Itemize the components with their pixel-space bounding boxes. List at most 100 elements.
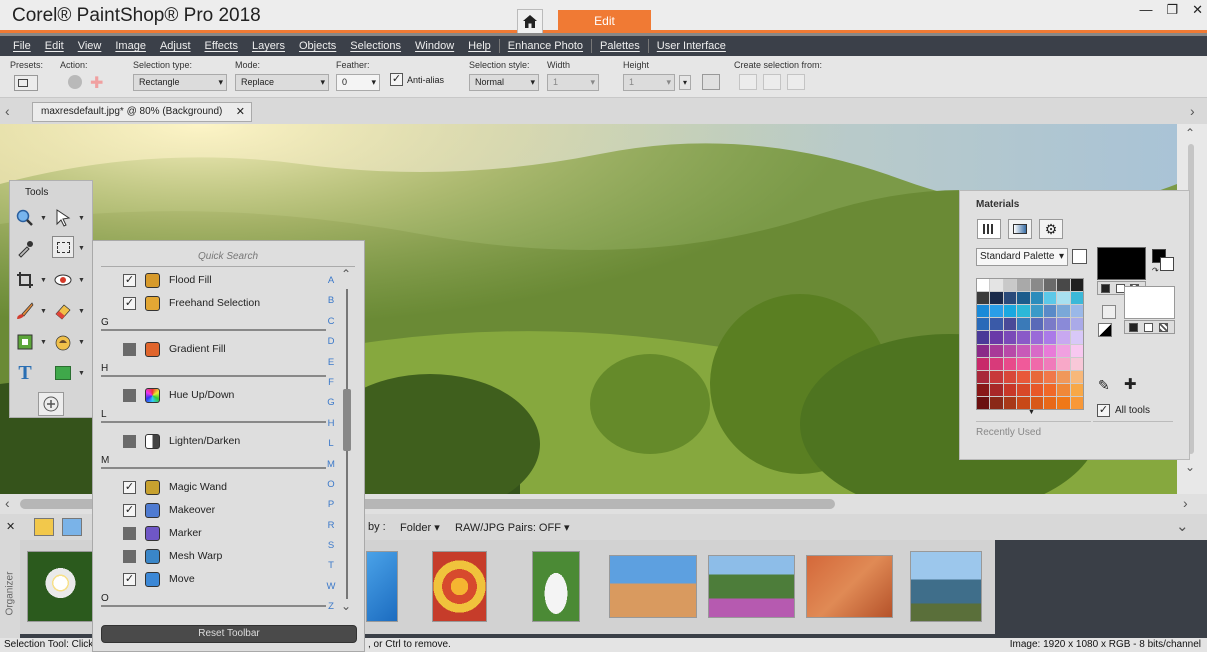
index-letter[interactable]: B bbox=[328, 291, 334, 311]
menu-adjust[interactable]: Adjust bbox=[153, 40, 198, 52]
index-letter[interactable]: T bbox=[328, 556, 334, 576]
color-swatch[interactable] bbox=[1003, 383, 1017, 396]
solid-style-icon[interactable] bbox=[1129, 323, 1138, 332]
thumbnail[interactable] bbox=[366, 551, 398, 622]
menu-objects[interactable]: Objects bbox=[292, 40, 343, 52]
text-tool[interactable]: T bbox=[14, 362, 36, 384]
color-swatch[interactable] bbox=[1017, 279, 1030, 292]
color-swatch[interactable] bbox=[990, 396, 1003, 409]
index-letter[interactable]: C bbox=[328, 312, 335, 332]
tool-row-mesh-warp[interactable]: Mesh Warp bbox=[123, 547, 222, 565]
menu-file[interactable]: File bbox=[6, 40, 38, 52]
color-swatch[interactable] bbox=[1043, 318, 1057, 331]
menu-window[interactable]: Window bbox=[408, 40, 461, 52]
pick-tool[interactable] bbox=[52, 207, 74, 229]
create-from-merged-icon[interactable] bbox=[787, 74, 805, 90]
palette-select[interactable]: Standard Palette ▾ bbox=[976, 248, 1068, 266]
color-swatch[interactable] bbox=[1030, 279, 1043, 292]
index-letter[interactable]: D bbox=[328, 332, 335, 352]
foreground-swatch[interactable] bbox=[1097, 247, 1146, 280]
color-swatch[interactable] bbox=[1003, 305, 1017, 318]
expand-arrow-icon[interactable]: ▼ bbox=[40, 308, 47, 315]
color-swatch[interactable] bbox=[1003, 292, 1017, 305]
sort-dropdown[interactable]: Folder ▾ bbox=[400, 521, 440, 534]
document-tab[interactable]: maxresdefault.jpg* @ 80% (Background) ✕ bbox=[32, 102, 252, 122]
expand-arrow-icon[interactable]: ▼ bbox=[40, 277, 47, 284]
tool-checkbox[interactable]: ✓ bbox=[123, 296, 136, 310]
menu-user-interface[interactable]: User Interface bbox=[650, 40, 733, 52]
color-swatch[interactable] bbox=[1017, 292, 1030, 305]
color-swatch[interactable] bbox=[977, 357, 990, 370]
color-swatch[interactable] bbox=[1070, 357, 1083, 370]
eraser-tool[interactable] bbox=[52, 300, 74, 322]
color-swatch[interactable] bbox=[1030, 370, 1043, 383]
link-colors-icon[interactable] bbox=[1102, 305, 1116, 319]
color-swatch[interactable] bbox=[977, 318, 990, 331]
menu-edit[interactable]: Edit bbox=[38, 40, 71, 52]
color-swatch[interactable] bbox=[990, 370, 1003, 383]
color-swatch[interactable] bbox=[1057, 344, 1070, 357]
tool-checkbox[interactable] bbox=[123, 434, 136, 448]
color-swatch[interactable] bbox=[1043, 357, 1057, 370]
raw-jpg-pairs-dropdown[interactable]: RAW/JPG Pairs: OFF ▾ bbox=[455, 521, 570, 534]
action-apply-icon[interactable] bbox=[68, 75, 82, 89]
color-swatch[interactable] bbox=[1057, 396, 1070, 409]
tool-row-gradient-fill[interactable]: Gradient Fill bbox=[123, 340, 226, 358]
palette-more-icon[interactable]: ▼ bbox=[1028, 409, 1035, 416]
color-swatch[interactable] bbox=[1057, 292, 1070, 305]
color-swatch[interactable] bbox=[1017, 344, 1030, 357]
presets-dropdown[interactable] bbox=[14, 75, 38, 91]
color-swatch[interactable] bbox=[977, 279, 990, 292]
color-swatch[interactable] bbox=[1030, 292, 1043, 305]
color-swatch[interactable] bbox=[990, 344, 1003, 357]
index-letter[interactable]: G bbox=[327, 393, 334, 413]
index-letter[interactable]: O bbox=[327, 475, 334, 495]
mode-select[interactable]: Replace bbox=[235, 74, 329, 91]
tool-checkbox[interactable]: ✓ bbox=[123, 273, 136, 287]
color-swatch[interactable] bbox=[1017, 383, 1030, 396]
tool-checkbox[interactable]: ✓ bbox=[123, 503, 136, 517]
create-from-layer-icon[interactable] bbox=[739, 74, 757, 90]
swatches-tab[interactable] bbox=[977, 219, 1001, 239]
menu-palettes[interactable]: Palettes bbox=[593, 40, 647, 52]
close-icon[interactable]: ✕ bbox=[1192, 2, 1203, 18]
color-swatch[interactable] bbox=[1003, 318, 1017, 331]
expand-arrow-icon[interactable]: ▼ bbox=[40, 215, 47, 222]
color-swatch[interactable] bbox=[1030, 357, 1043, 370]
palette-options-icon[interactable] bbox=[1072, 249, 1087, 264]
color-swatch[interactable] bbox=[1057, 383, 1070, 396]
tool-row-move[interactable]: ✓ Move bbox=[123, 570, 195, 588]
tool-checkbox[interactable] bbox=[123, 342, 136, 356]
swatch-grid[interactable] bbox=[976, 278, 1084, 410]
tool-row-magic-wand[interactable]: ✓ Magic Wand bbox=[123, 478, 227, 496]
color-swatch[interactable] bbox=[1030, 318, 1043, 331]
color-swatch[interactable] bbox=[1017, 305, 1030, 318]
selection-tool[interactable] bbox=[52, 236, 74, 258]
tabs-scroll-left-icon[interactable]: ‹ bbox=[5, 103, 10, 119]
add-swatch-icon[interactable]: ✚ bbox=[1124, 375, 1137, 393]
tool-row-freehand-selection[interactable]: ✓ Freehand Selection bbox=[123, 294, 260, 312]
expand-arrow-icon[interactable]: ▼ bbox=[78, 277, 85, 284]
menu-selections[interactable]: Selections bbox=[343, 40, 408, 52]
color-swatch[interactable] bbox=[977, 305, 990, 318]
maximize-icon[interactable]: ❐ bbox=[1166, 2, 1178, 18]
tab-edit[interactable]: Edit bbox=[558, 10, 651, 33]
red-eye-tool[interactable] bbox=[52, 269, 74, 291]
thumbnail[interactable] bbox=[708, 555, 795, 618]
menu-enhance-photo[interactable]: Enhance Photo bbox=[501, 40, 590, 52]
tool-row-hue-up-down[interactable]: Hue Up/Down bbox=[123, 386, 234, 404]
tool-checkbox[interactable]: ✓ bbox=[123, 480, 136, 494]
thumbnail[interactable] bbox=[910, 551, 982, 622]
color-swatch[interactable] bbox=[1017, 318, 1030, 331]
quick-search-input[interactable]: Quick Search bbox=[101, 251, 355, 267]
color-swatch[interactable] bbox=[990, 331, 1003, 344]
thumbnail[interactable] bbox=[806, 555, 893, 618]
color-swatch[interactable] bbox=[1070, 370, 1083, 383]
swap-colors-icon[interactable]: ↷ bbox=[1152, 266, 1159, 275]
color-swatch[interactable] bbox=[1030, 344, 1043, 357]
index-letter[interactable]: Z bbox=[328, 597, 334, 617]
scroll-up-icon[interactable]: ⌃ bbox=[1185, 126, 1195, 140]
color-swatch[interactable] bbox=[977, 383, 990, 396]
index-letter[interactable]: E bbox=[328, 353, 334, 373]
home-button[interactable] bbox=[517, 9, 543, 33]
